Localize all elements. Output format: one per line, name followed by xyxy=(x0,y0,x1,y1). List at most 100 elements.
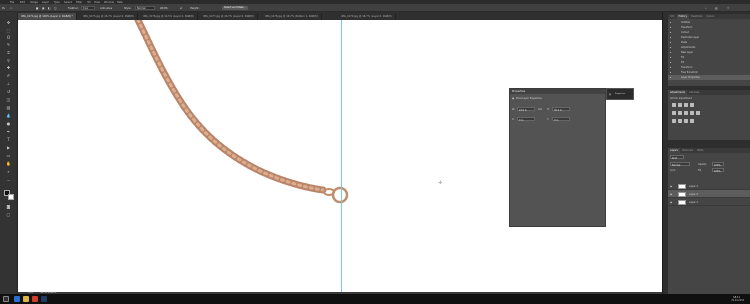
pen-tool-icon[interactable]: ✒ xyxy=(4,129,13,134)
workspace-icon[interactable]: ▤ xyxy=(715,7,717,10)
more-tools-icon[interactable]: ··· xyxy=(4,178,13,183)
tab-layers[interactable]: Layers xyxy=(668,148,680,153)
history-row[interactable]: ▸ Cutout xyxy=(668,30,750,35)
history-row[interactable]: ▸ Paste xyxy=(668,40,750,45)
blend-mode-select[interactable]: Normal xyxy=(670,162,690,167)
y-field[interactable]: 0 in xyxy=(552,117,570,122)
rectangle-tool-icon[interactable]: ▭ xyxy=(4,153,13,158)
tab-swatches[interactable]: Swatches xyxy=(689,15,704,18)
visibility-eye-icon[interactable]: ◉ xyxy=(670,193,672,196)
selective-color-icon[interactable] xyxy=(690,119,694,123)
color-balance-icon[interactable] xyxy=(684,111,688,115)
threshold-icon[interactable] xyxy=(684,119,688,123)
marquee-tool-icon[interactable]: ▭ xyxy=(10,7,12,10)
height-field[interactable]: 30.4 in xyxy=(552,107,570,112)
add-selection-icon[interactable]: ▣ xyxy=(42,7,44,10)
swap-icon[interactable]: ⇄ xyxy=(180,7,182,10)
invert-icon[interactable] xyxy=(672,119,676,123)
history-row[interactable]: ▸ Transform xyxy=(668,65,750,70)
exposure-icon[interactable] xyxy=(690,103,694,107)
crop-tool-icon[interactable]: ⌗ xyxy=(4,50,13,55)
history-row[interactable]: ▸ Duplicate Layer xyxy=(668,35,750,40)
tab-adjustments[interactable]: Adjustments xyxy=(668,90,687,95)
properties-title[interactable]: Properties xyxy=(510,89,605,94)
properties-collapsed-popup[interactable]: ▤ Properties xyxy=(606,88,634,100)
tab-paths[interactable]: Paths xyxy=(695,149,706,152)
history-row[interactable]: ▸ Adjustments xyxy=(668,45,750,50)
photo-filter-icon[interactable] xyxy=(696,111,700,115)
blur-tool-icon[interactable]: 💧 xyxy=(4,113,13,118)
tab-colors[interactable]: Colors xyxy=(704,15,716,18)
file-explorer-icon[interactable] xyxy=(23,296,29,302)
photoshop-taskbar-icon[interactable] xyxy=(41,296,47,302)
antialias-checkbox[interactable]: Anti-alias xyxy=(100,7,112,10)
history-row-selected[interactable]: ▸ Layer Properties xyxy=(668,75,750,80)
posterize-icon[interactable] xyxy=(678,119,682,123)
layer-row[interactable]: ◉ Layer 3 xyxy=(668,182,750,190)
intersect-selection-icon[interactable]: ◫ xyxy=(54,7,56,10)
history-row[interactable]: ▸ New Layer xyxy=(668,50,750,55)
quick-select-tool-icon[interactable]: ✎ xyxy=(4,42,13,47)
select-and-mask-button[interactable]: Select and Mask... xyxy=(222,5,248,11)
share-icon[interactable]: ⇪ xyxy=(727,7,729,10)
history-row[interactable]: ▸ Untitled xyxy=(668,20,750,25)
history-row[interactable]: ▸ Fill xyxy=(668,60,750,65)
opacity-input[interactable]: 100% xyxy=(712,162,724,167)
marquee-tool-button-icon[interactable]: ⬚ xyxy=(4,28,13,33)
tab-info[interactable]: Info xyxy=(668,15,677,18)
quick-mask-icon[interactable]: ◙ xyxy=(4,204,13,209)
healing-brush-tool-icon[interactable]: ✚ xyxy=(4,65,13,70)
tab-document-2[interactable]: IMG_1075.jpg @ 16.7% (Layer 0, RGB/8) xyxy=(80,13,138,20)
link-dimensions-icon[interactable]: GO xyxy=(538,108,542,111)
vertical-guide[interactable] xyxy=(341,20,342,292)
screen-mode-icon[interactable]: ▢ xyxy=(4,212,13,217)
windows-start-icon[interactable] xyxy=(3,296,9,302)
layer-row-selected[interactable]: ◉ Layer 2 xyxy=(668,190,750,198)
eraser-tool-icon[interactable]: ◫ xyxy=(4,97,13,102)
black-white-icon[interactable] xyxy=(690,111,694,115)
tab-document-4[interactable]: IMG_1077.jpg @ 16.7% (Layer 0, RGB/8) xyxy=(200,13,258,20)
eyedropper-tool-icon[interactable]: ⚲ xyxy=(4,58,13,63)
move-tool-icon[interactable]: ✥ xyxy=(4,20,13,25)
tab-document-1[interactable]: IMG_1074.jpg @ 100% (Layer 2, RGB/8) * xyxy=(18,13,77,20)
feather-input[interactable]: 0 px xyxy=(81,6,95,10)
history-brush-tool-icon[interactable]: ↺ xyxy=(4,89,13,94)
visibility-eye-icon[interactable]: ◉ xyxy=(670,185,672,188)
path-select-tool-icon[interactable]: ▶ xyxy=(4,145,13,150)
history-row[interactable]: ▸ Fill xyxy=(668,55,750,60)
layer-row[interactable]: ◉ Layer 1 xyxy=(668,198,750,206)
zoom-tool-icon[interactable]: ⌕ xyxy=(4,169,13,174)
curves-icon[interactable] xyxy=(684,103,688,107)
hue-saturation-icon[interactable] xyxy=(678,111,682,115)
search-icon[interactable]: ⌕ xyxy=(705,7,706,10)
tab-libraries[interactable]: Libraries xyxy=(687,91,701,94)
style-select[interactable]: Normal xyxy=(135,6,155,10)
clone-stamp-tool-icon[interactable]: ⊥ xyxy=(4,81,13,86)
clock-date[interactable]: 29-04-2018 xyxy=(731,299,744,302)
chrome-icon[interactable] xyxy=(32,296,38,302)
levels-icon[interactable] xyxy=(678,103,682,107)
tab-document-5[interactable]: IMG_1078.jpg @ 16.7% (Pattern 1, RGB/8) xyxy=(262,13,322,20)
lasso-tool-icon[interactable]: ʘ xyxy=(4,35,13,40)
edge-browser-icon[interactable] xyxy=(14,296,20,302)
tab-history[interactable]: History xyxy=(676,14,690,19)
gradient-tool-icon[interactable]: ▨ xyxy=(4,105,13,110)
vibrance-icon[interactable] xyxy=(672,111,676,115)
layer-filter-kind[interactable]: Kind xyxy=(670,155,684,160)
dodge-tool-icon[interactable]: ● xyxy=(4,121,13,126)
background-color-swatch[interactable] xyxy=(8,194,14,200)
history-row[interactable]: ▸ Free Transform xyxy=(668,70,750,75)
hand-tool-icon[interactable]: ✋ xyxy=(4,161,13,166)
type-tool-icon[interactable]: T xyxy=(4,137,13,142)
brightness-contrast-icon[interactable] xyxy=(672,103,676,107)
tab-channels[interactable]: Channels xyxy=(680,149,695,152)
tab-document-6[interactable]: IMG_1079.jpg @ 16.7% (Layer 0, RGB/8) xyxy=(338,13,396,20)
history-row[interactable]: ▸ Transform xyxy=(668,25,750,30)
brush-tool-icon[interactable]: ✐ xyxy=(4,73,13,78)
fill-input[interactable]: 100% xyxy=(712,168,724,173)
tab-document-3[interactable]: IMG_1076.jpg @ 12.5% (Layer 0, RGB/8) xyxy=(140,13,198,20)
new-selection-icon[interactable]: ■ xyxy=(36,7,38,10)
width-field[interactable]: 22.6 in xyxy=(517,107,535,112)
visibility-eye-icon[interactable]: ◉ xyxy=(670,201,672,204)
x-field[interactable]: 0 in xyxy=(517,117,535,122)
